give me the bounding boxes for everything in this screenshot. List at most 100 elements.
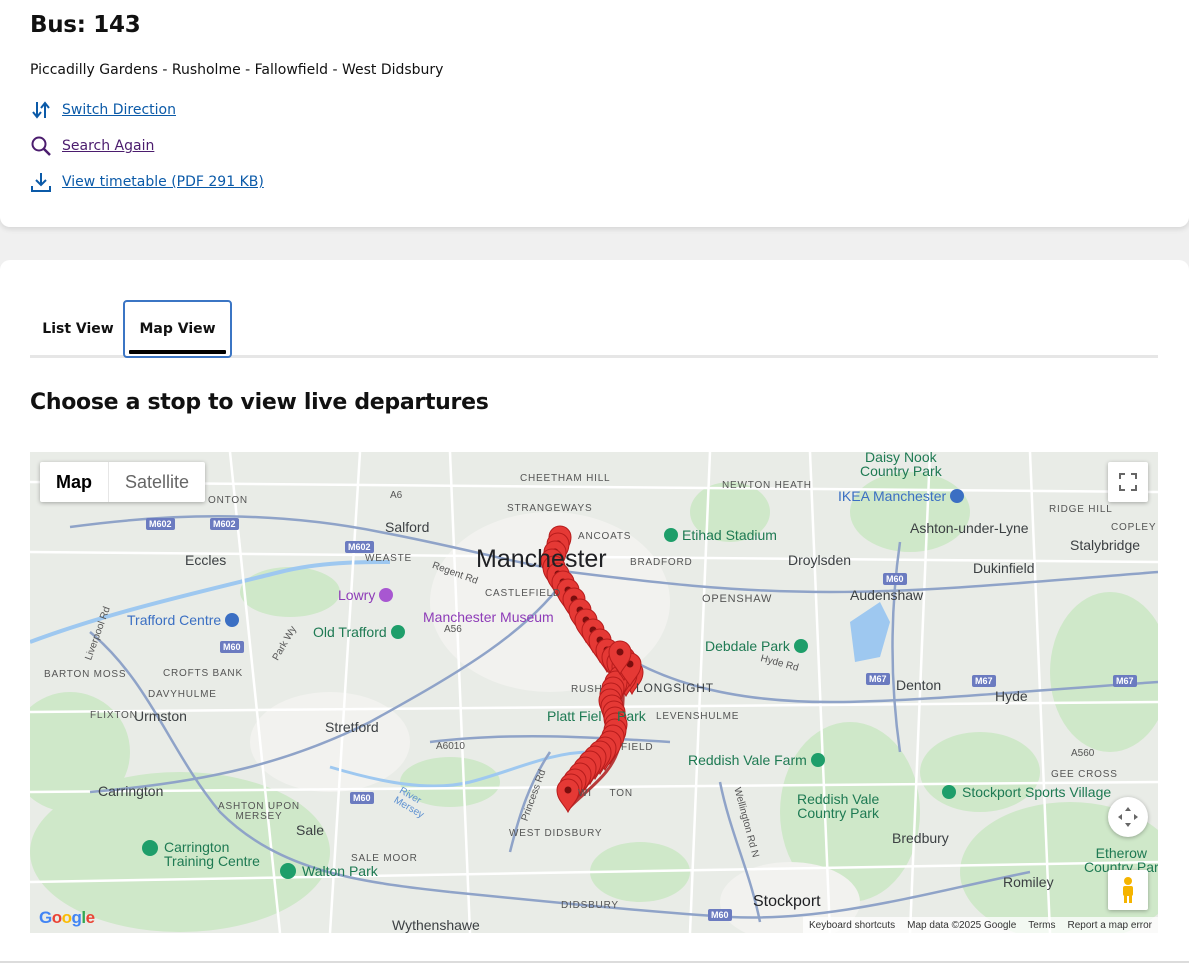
- road-shield: M602: [210, 518, 239, 530]
- google-logo[interactable]: Google: [39, 908, 95, 928]
- tab-list-view[interactable]: List View: [30, 300, 126, 358]
- place-label: RUSH: [571, 684, 603, 695]
- place-label: COPLEY: [1111, 522, 1157, 533]
- poi-label[interactable]: Old Trafford: [313, 624, 405, 640]
- map-data-text: Map data ©2025 Google: [907, 919, 1017, 931]
- view-timetable-link[interactable]: View timetable (PDF 291 KB): [62, 174, 264, 190]
- road-label: A6: [390, 490, 403, 501]
- place-label: RIDGE HILL: [1049, 504, 1113, 515]
- fullscreen-button[interactable]: [1108, 462, 1148, 502]
- park-icon: [280, 863, 296, 879]
- place-label: Bredbury: [892, 830, 949, 846]
- switch-direction-action[interactable]: Switch Direction: [30, 99, 176, 121]
- poi-label[interactable]: Platt Fiel Park: [547, 708, 646, 724]
- place-label: CASTLEFIELD: [485, 588, 562, 599]
- road-label: A56: [444, 624, 462, 635]
- download-icon: [30, 171, 52, 193]
- map-attribution: Keyboard shortcuts Map data ©2025 Google…: [802, 917, 1158, 933]
- place-label: Stretford: [325, 719, 379, 735]
- place-label: Hyde: [995, 688, 1028, 704]
- place-label: Stalybridge: [1070, 537, 1141, 553]
- sports-icon: [942, 785, 956, 799]
- road-shield: M67: [1113, 675, 1137, 687]
- place-label: DAVYHULME: [148, 689, 217, 700]
- search-again-action[interactable]: Search Again: [30, 135, 154, 157]
- stops-card: List View Map View Choose a stop to view…: [0, 260, 1189, 963]
- pan-arrows-icon: [1118, 807, 1138, 827]
- pegman-icon: [1123, 877, 1133, 903]
- poi-label[interactable]: Reddish Vale Country Park: [797, 792, 879, 820]
- search-again-link[interactable]: Search Again: [62, 138, 154, 154]
- poi-label[interactable]: Stockport Sports Village: [942, 784, 1111, 800]
- place-label: LONGSIGHT: [636, 681, 714, 695]
- poi-label[interactable]: Debdale Park: [705, 638, 808, 654]
- shopping-icon: [225, 613, 240, 627]
- stadium-icon: [390, 625, 405, 639]
- place-label: CROFTS BANK: [163, 668, 243, 679]
- place-label: Urmston: [134, 708, 187, 724]
- road-shield: M602: [146, 518, 175, 530]
- place-label: Stockport: [753, 893, 821, 910]
- poi-label[interactable]: Walton Park: [280, 863, 378, 879]
- shopping-icon: [950, 489, 965, 503]
- place-label: WEST DIDSBURY: [509, 828, 603, 839]
- route-header-card: Bus: 143 Piccadilly Gardens - Rusholme -…: [0, 0, 1189, 227]
- road-shield: M67: [866, 673, 890, 685]
- place-label: Eccles: [185, 552, 227, 568]
- place-label: CHEETHAM HILL: [520, 473, 611, 484]
- poi-label[interactable]: Reddish Vale Farm: [688, 752, 825, 768]
- search-icon: [30, 135, 52, 157]
- sports-icon: [142, 840, 158, 856]
- park-icon: [793, 639, 808, 653]
- stop-marker[interactable]: [556, 778, 580, 814]
- poi-label[interactable]: Trafford Centre: [127, 612, 240, 628]
- pan-control-button[interactable]: [1108, 797, 1148, 837]
- road-shield: M602: [345, 541, 374, 553]
- place-label: Manchester: [476, 545, 607, 573]
- place-label: Romiley: [1003, 874, 1054, 890]
- place-label: Sale: [296, 822, 325, 838]
- poi-label[interactable]: Manchester Museum: [423, 609, 554, 625]
- place-label: BRADFORD: [630, 557, 693, 568]
- page-title: Bus: 143: [30, 12, 141, 38]
- poi-label[interactable]: Daisy Nook Country Park: [860, 452, 942, 478]
- place-label: Wythenshawe: [392, 917, 480, 933]
- tab-map-view[interactable]: Map View: [123, 300, 232, 358]
- place-label: WEASTE: [365, 553, 413, 564]
- view-timetable-action[interactable]: View timetable (PDF 291 KB): [30, 171, 264, 193]
- poi-label[interactable]: Etihad Stadium: [664, 527, 777, 543]
- place-label: Carrington: [98, 783, 164, 799]
- place-label: FIELD: [621, 742, 654, 753]
- map-type-satellite-button[interactable]: Satellite: [108, 462, 205, 502]
- place-label: Droylsden: [788, 552, 852, 568]
- road-label: A6010: [436, 741, 465, 752]
- report-error-link[interactable]: Report a map error: [1062, 920, 1158, 931]
- map-type-control: Map Satellite: [40, 462, 206, 502]
- road-shield: M60: [350, 792, 374, 804]
- poi-label[interactable]: Lowry: [338, 587, 394, 603]
- switch-direction-link[interactable]: Switch Direction: [62, 102, 176, 118]
- street-view-button[interactable]: [1108, 870, 1148, 910]
- place-label: Dukinfield: [973, 560, 1035, 576]
- place-label: BARTON MOSS: [44, 669, 127, 680]
- map-type-map-button[interactable]: Map: [40, 462, 108, 502]
- place-label: FLIXTON: [90, 710, 138, 721]
- theatre-icon: [379, 588, 394, 602]
- route-map[interactable]: Manchester Salford Eccles Stretford Urms…: [30, 452, 1158, 933]
- keyboard-shortcuts-link[interactable]: Keyboard shortcuts: [803, 920, 901, 931]
- poi-label[interactable]: IKEA Manchester: [838, 488, 965, 504]
- poi-label[interactable]: Carrington Training Centre: [142, 840, 260, 868]
- terms-link[interactable]: Terms: [1022, 920, 1061, 931]
- place-label: Audenshaw: [850, 587, 924, 603]
- swap-arrows-icon: [30, 99, 52, 121]
- place-label: GEE CROSS: [1051, 769, 1118, 780]
- place-label: LEVENSHULME: [656, 711, 740, 722]
- section-heading: Choose a stop to view live departures: [30, 390, 489, 415]
- place-label: ASHTON UPON MERSEY: [218, 801, 300, 822]
- road-shield: M60: [220, 641, 244, 653]
- place-label: WI TON: [578, 788, 633, 799]
- place-label: Salford: [385, 519, 430, 535]
- view-tabs: List View Map View: [30, 298, 1158, 358]
- place-label: DIDSBURY: [561, 900, 619, 911]
- place-label: Ashton-under-Lyne: [910, 520, 1029, 536]
